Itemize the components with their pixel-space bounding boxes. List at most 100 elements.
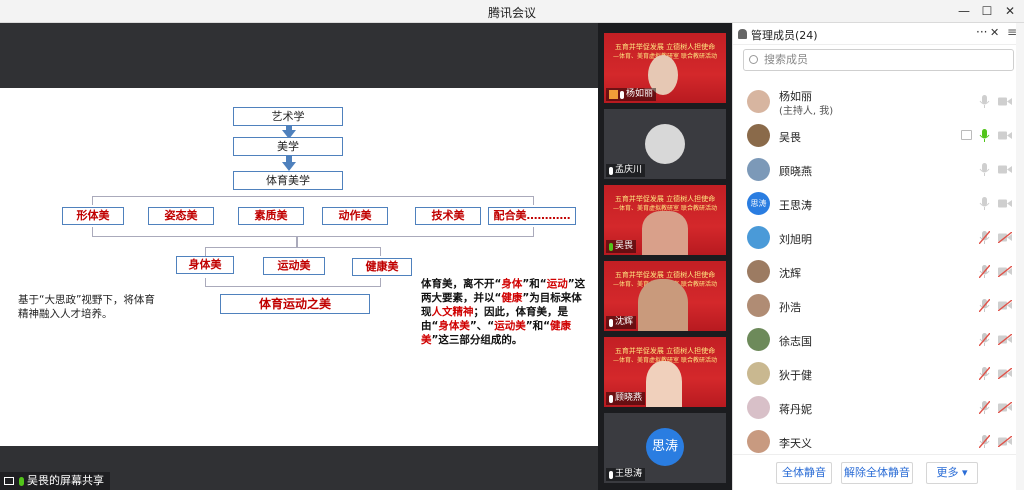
- mic-icon[interactable]: [979, 333, 990, 346]
- tile-name-label: 王思涛: [615, 469, 643, 479]
- note-text: 体育美，离不开“: [421, 278, 502, 290]
- mic-icon[interactable]: [979, 231, 990, 244]
- avatar: [747, 226, 770, 249]
- camera-icon[interactable]: [998, 436, 1012, 447]
- screen-share-icon: [961, 130, 972, 140]
- close-panel-icon[interactable]: ✕: [990, 26, 999, 39]
- scrollbar[interactable]: [1016, 23, 1024, 490]
- member-row[interactable]: 顾晓燕: [733, 153, 1024, 187]
- tile-name: 顾晓燕: [606, 392, 646, 405]
- mic-icon: [620, 90, 624, 99]
- camera-icon[interactable]: [998, 300, 1012, 311]
- member-name: 徐志国: [779, 335, 812, 348]
- search-input[interactable]: 搜索成员: [743, 49, 1014, 71]
- tile-name-label: 沈辉: [615, 317, 634, 327]
- note-highlight: 身体: [501, 278, 523, 290]
- avatar: [747, 260, 770, 283]
- video-tile[interactable]: 孟庆川: [604, 109, 726, 179]
- camera-icon[interactable]: [998, 198, 1012, 209]
- avatar: [747, 90, 770, 113]
- box-art-studies: 艺术学: [233, 107, 343, 126]
- close-icon[interactable]: ✕: [999, 2, 1021, 20]
- camera-icon[interactable]: [998, 96, 1012, 107]
- member-row[interactable]: 杨如丽 (主持人, 我): [733, 85, 1024, 119]
- tile-name-label: 孟庆川: [615, 165, 643, 175]
- screen-share-icon: [4, 477, 14, 485]
- note-highlight: 身体美: [438, 320, 470, 332]
- window-title: 腾讯会议: [487, 6, 536, 20]
- member-row[interactable]: 思涛 王思涛: [733, 187, 1024, 221]
- avatar: 思涛: [747, 192, 770, 215]
- member-name: 刘旭明: [779, 233, 812, 246]
- participant-face: [646, 361, 682, 407]
- box-health-beauty: 健康美: [352, 258, 412, 276]
- member-name: 顾晓燕: [779, 165, 812, 178]
- mic-icon[interactable]: [979, 367, 990, 380]
- camera-icon[interactable]: [998, 266, 1012, 277]
- tile-name: 孟庆川: [606, 164, 646, 177]
- mic-icon[interactable]: [979, 197, 990, 210]
- more-button[interactable]: 更多 ▾: [926, 462, 978, 484]
- video-tile[interactable]: 五育并举促发展 立德树人担使命 —体育、美育虚拟教研室 联合教研活动 杨如丽: [604, 33, 726, 103]
- video-tile[interactable]: 五育并举促发展 立德树人担使命—体育、美育虚拟教研室 联合教研活动 沈辉: [604, 261, 726, 331]
- tile-name-label: 吴畏: [615, 241, 634, 251]
- bracket-row2-top: [205, 247, 381, 256]
- share-status-badge[interactable]: 吴畏的屏幕共享: [0, 472, 110, 490]
- connector: [296, 237, 298, 247]
- camera-icon[interactable]: [998, 130, 1012, 141]
- avatar-text: 思涛: [750, 199, 767, 208]
- participant-face: [638, 279, 688, 331]
- box-movement: 动作美: [322, 207, 388, 225]
- tile-name: 杨如丽: [606, 88, 657, 101]
- bracket-row2-bottom: [205, 278, 381, 287]
- note-highlight: 健康: [501, 292, 523, 304]
- mic-icon[interactable]: [979, 265, 990, 278]
- member-name: 吴畏: [779, 131, 801, 144]
- note-highlight: 人文精神: [431, 306, 474, 318]
- search-icon: [749, 55, 758, 64]
- video-strip: 五育并举促发展 立德树人担使命 —体育、美育虚拟教研室 联合教研活动 杨如丽 孟庆…: [598, 23, 732, 490]
- box-technique: 技术美: [415, 207, 481, 225]
- tile-name: 王思涛: [606, 468, 646, 481]
- avatar-text: 思涛: [646, 428, 684, 466]
- mic-icon[interactable]: [979, 299, 990, 312]
- left-note-text: 基于“大思政”视野下，将体育精神融入人才培养。: [18, 294, 155, 320]
- member-row[interactable]: 蒋丹妮: [733, 391, 1024, 425]
- box-coordination: 配合美…………: [488, 207, 576, 225]
- camera-icon[interactable]: [998, 368, 1012, 379]
- camera-icon[interactable]: [998, 164, 1012, 175]
- maximize-icon[interactable]: ☐: [976, 2, 998, 20]
- share-status-label: 吴畏的屏幕共享: [27, 474, 104, 487]
- video-tile[interactable]: 五育并举促发展 立德树人担使命 —体育、美育虚拟教研室 联合教研活动 吴畏: [604, 185, 726, 255]
- avatar: [747, 362, 770, 385]
- mic-icon: [609, 318, 613, 327]
- panel-title: 管理成员(24): [751, 29, 818, 42]
- note-text: ”和“: [525, 320, 551, 332]
- member-row[interactable]: 刘旭明: [733, 221, 1024, 255]
- mic-icon[interactable]: [979, 163, 990, 176]
- member-row[interactable]: 狄于健: [733, 357, 1024, 391]
- member-row[interactable]: 徐志国: [733, 323, 1024, 357]
- camera-icon[interactable]: [998, 334, 1012, 345]
- host-icon: [609, 90, 618, 99]
- mute-all-button[interactable]: 全体静音: [776, 462, 832, 484]
- unmute-all-button[interactable]: 解除全体静音: [841, 462, 913, 484]
- minimize-icon[interactable]: —: [953, 2, 975, 20]
- down-arrow-icon: [282, 162, 296, 171]
- member-row[interactable]: 沈辉: [733, 255, 1024, 289]
- member-name: 孙浩: [779, 301, 801, 314]
- mic-icon[interactable]: [979, 401, 990, 414]
- avatar: [747, 430, 770, 453]
- video-tile[interactable]: 五育并举促发展 立德树人担使命 —体育、美育虚拟教研室 联合教研活动 顾晓燕: [604, 337, 726, 407]
- more-options-icon[interactable]: ···: [976, 25, 987, 39]
- mic-icon[interactable]: [979, 95, 990, 108]
- member-row[interactable]: 吴畏: [733, 119, 1024, 153]
- avatar: [747, 396, 770, 419]
- video-tile[interactable]: 思涛 王思涛: [604, 413, 726, 483]
- tile-name-label: 杨如丽: [626, 89, 654, 99]
- mic-icon[interactable]: [979, 129, 990, 142]
- member-row[interactable]: 孙浩: [733, 289, 1024, 323]
- camera-icon[interactable]: [998, 402, 1012, 413]
- camera-icon[interactable]: [998, 232, 1012, 243]
- mic-icon[interactable]: [979, 435, 990, 448]
